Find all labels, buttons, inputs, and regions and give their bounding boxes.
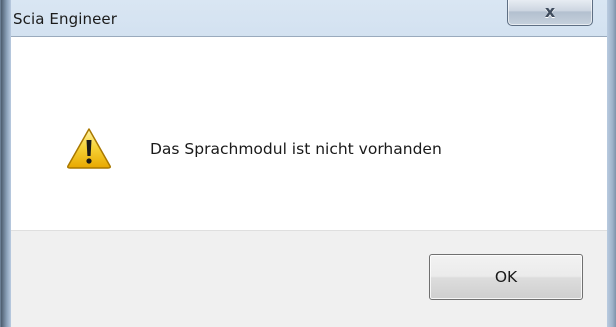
window-left-border bbox=[1, 0, 11, 327]
ok-button[interactable]: OK bbox=[429, 254, 583, 300]
close-button[interactable]: x bbox=[507, 0, 593, 26]
window-right-border bbox=[607, 0, 616, 327]
dialog-content: Das Sprachmodul ist nicht vorhanden bbox=[11, 36, 607, 231]
window-title: Scia Engineer bbox=[13, 10, 118, 28]
title-bar[interactable]: Scia Engineer x bbox=[11, 0, 607, 36]
warning-icon bbox=[67, 128, 111, 169]
dialog-message: Das Sprachmodul ist nicht vorhanden bbox=[150, 140, 442, 158]
close-icon: x bbox=[544, 2, 556, 21]
dialog-footer: OK bbox=[11, 230, 607, 327]
dialog-window: Scia Engineer x Das Sprachmodul ist nich… bbox=[0, 0, 616, 327]
